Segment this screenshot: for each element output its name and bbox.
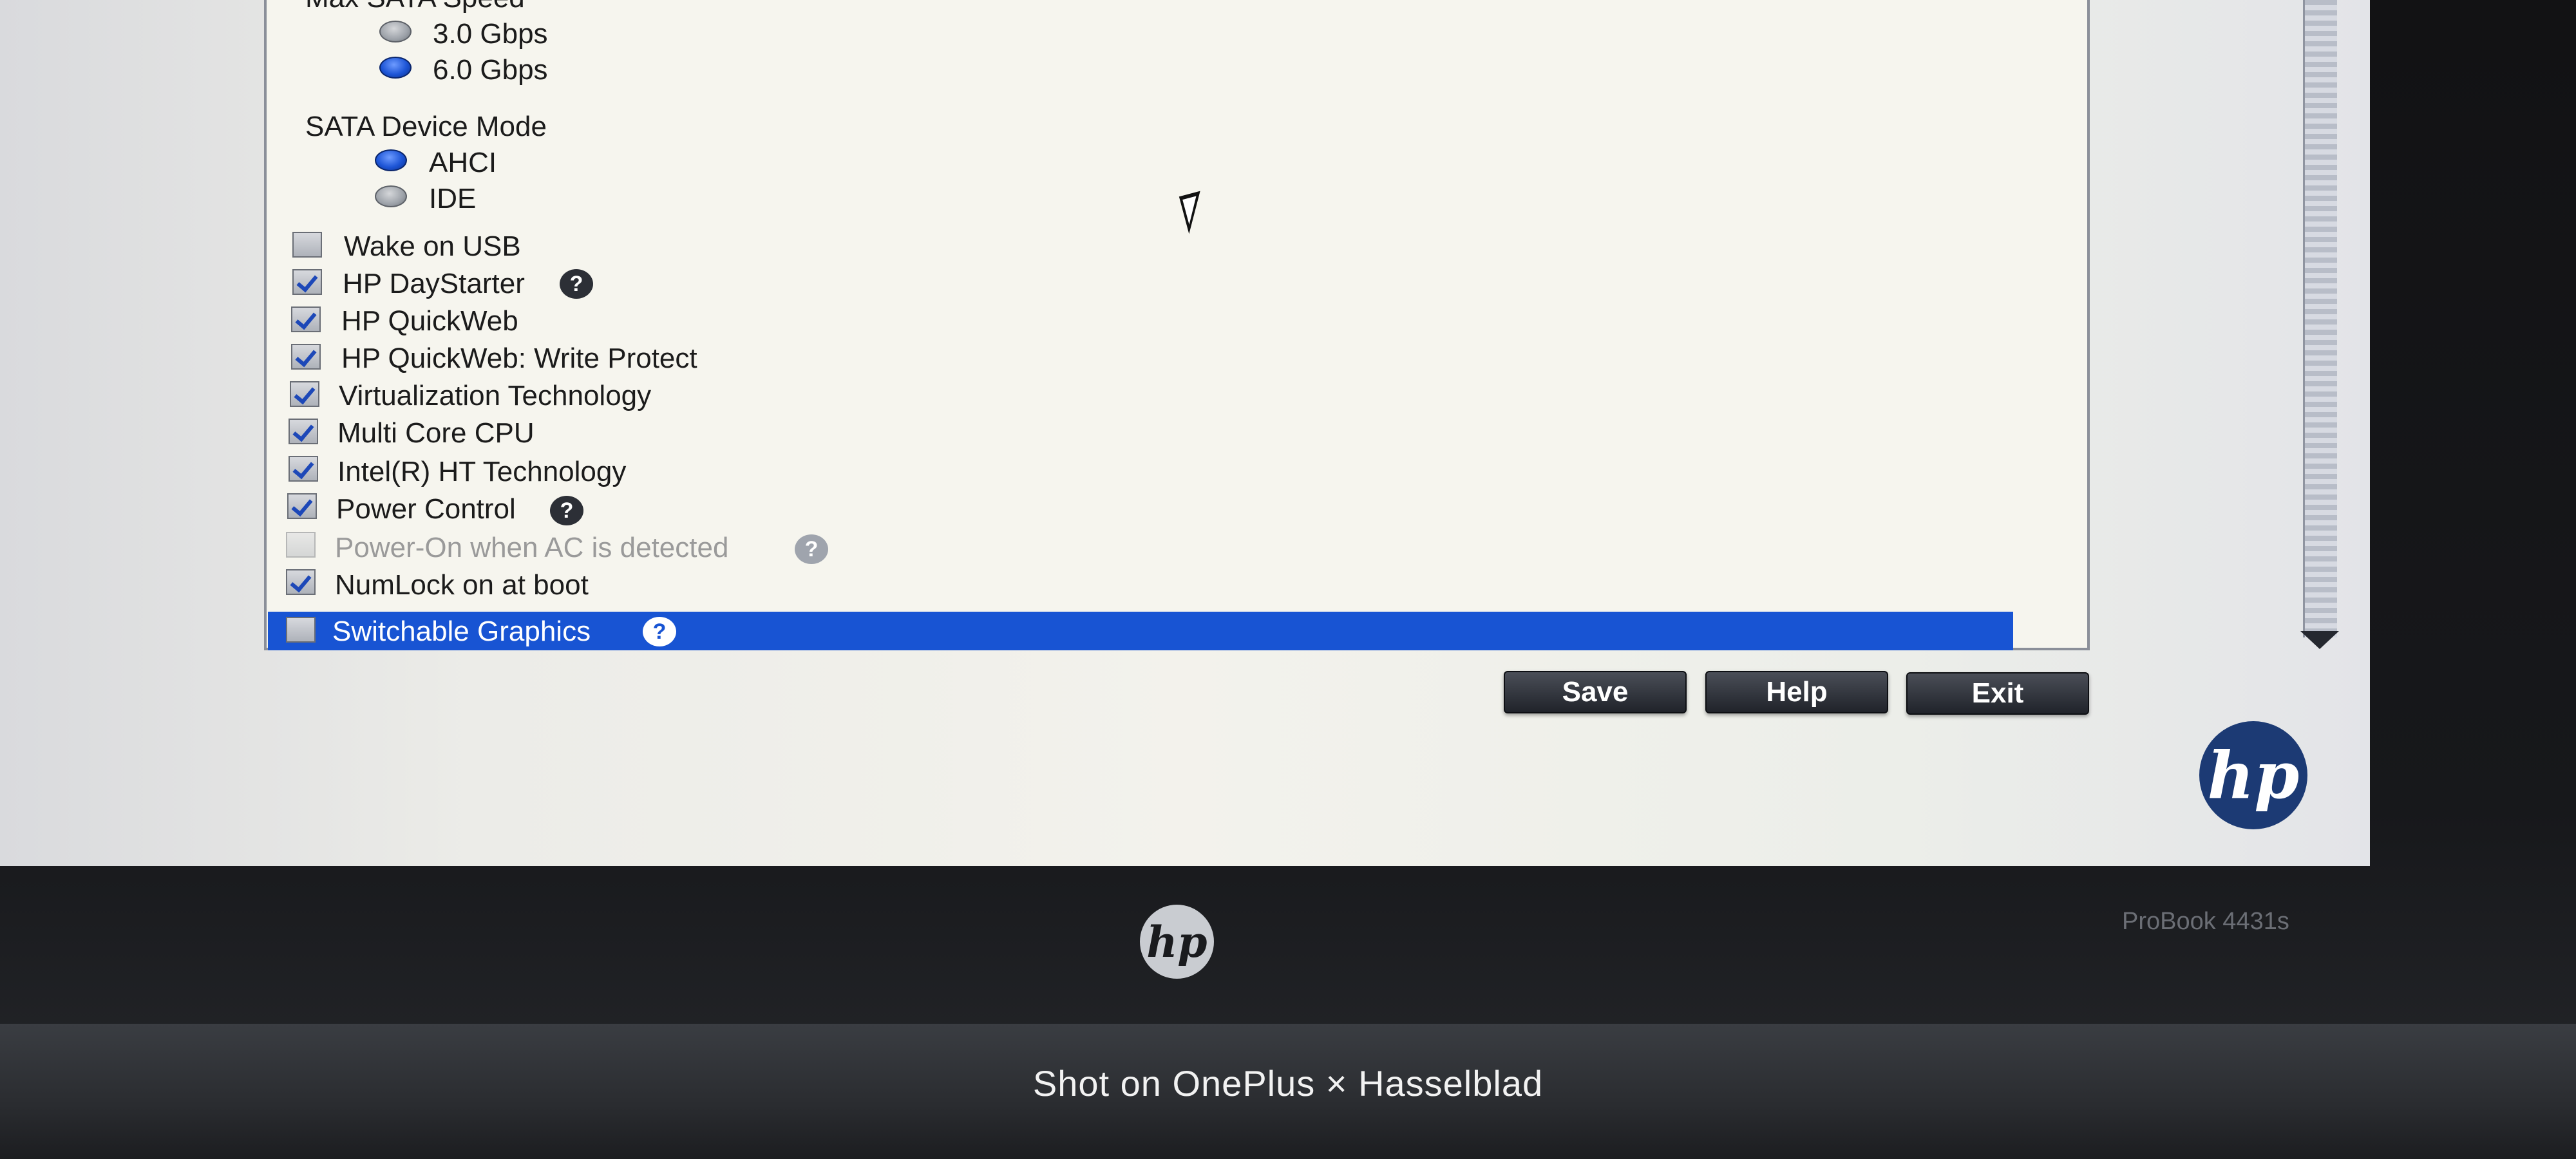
help-icon-switchable-graphics[interactable]: ? [643,617,676,646]
bios-screen: Max SATA Speed 3.0 Gbps 6.0 Gbps SATA De… [0,0,2370,866]
hp-quickweb-label: HP QuickWeb [341,305,518,337]
hp-logo-icon: hp [2199,721,2307,829]
checkbox-multi-core-cpu[interactable] [289,419,318,444]
help-icon-power-on-ac: ? [795,534,828,564]
save-button[interactable]: Save [1504,671,1687,713]
ide-label: IDE [429,183,477,214]
help-button[interactable]: Help [1705,671,1888,713]
sata-mode-title: SATA Device Mode [305,111,547,142]
settings-panel: Max SATA Speed 3.0 Gbps 6.0 Gbps SATA De… [264,0,2339,650]
help-icon-power-control[interactable]: ? [550,496,583,525]
checkbox-numlock[interactable] [286,569,316,595]
checkbox-intel-ht[interactable] [289,456,318,482]
switchable-graphics-label: Switchable Graphics [332,616,591,647]
power-control-label: Power Control [336,493,516,525]
checkbox-hp-daystarter[interactable] [292,269,322,295]
checkbox-hp-quickweb[interactable] [291,306,321,332]
sata-speed-title: Max SATA Speed [305,0,525,14]
help-icon-daystarter[interactable]: ? [560,269,593,299]
intel-ht-label: Intel(R) HT Technology [337,456,627,487]
bezel-hp-logo-icon: hp [1140,905,1214,979]
hp-daystarter-label: HP DayStarter [343,268,525,299]
quickweb-write-protect-label: HP QuickWeb: Write Protect [341,343,697,374]
exit-button[interactable]: Exit [1906,672,2089,715]
checkbox-virtualization[interactable] [290,381,319,407]
numlock-label: NumLock on at boot [335,569,589,601]
power-on-ac-label: Power-On when AC is detected [335,532,729,563]
switchable-graphics-row[interactable]: Switchable Graphics ? [268,612,2013,650]
checkbox-quickweb-write-protect[interactable] [291,344,321,370]
virtualization-label: Virtualization Technology [339,380,652,411]
sata-6gbps-label: 6.0 Gbps [433,54,548,86]
sata-3gbps-label: 3.0 Gbps [433,18,548,50]
checkbox-switchable-graphics[interactable] [286,617,316,643]
radio-sata-6gbps[interactable] [379,57,412,79]
wake-on-usb-label: Wake on USB [344,231,521,262]
camera-watermark: Shot on OnePlus × Hasselblad [1032,1063,1544,1104]
model-label: ProBook 4431s [2122,908,2289,935]
radio-sata-3gbps[interactable] [379,21,412,42]
ahci-label: AHCI [429,147,497,178]
scroll-down-arrow[interactable] [2300,631,2339,649]
multi-core-cpu-label: Multi Core CPU [337,417,535,449]
checkbox-power-on-ac [286,532,316,558]
radio-ide[interactable] [375,185,407,207]
scrollbar[interactable] [2303,0,2337,637]
radio-ahci[interactable] [375,149,407,171]
checkbox-wake-on-usb[interactable] [292,232,322,258]
checkbox-power-control[interactable] [287,493,317,519]
